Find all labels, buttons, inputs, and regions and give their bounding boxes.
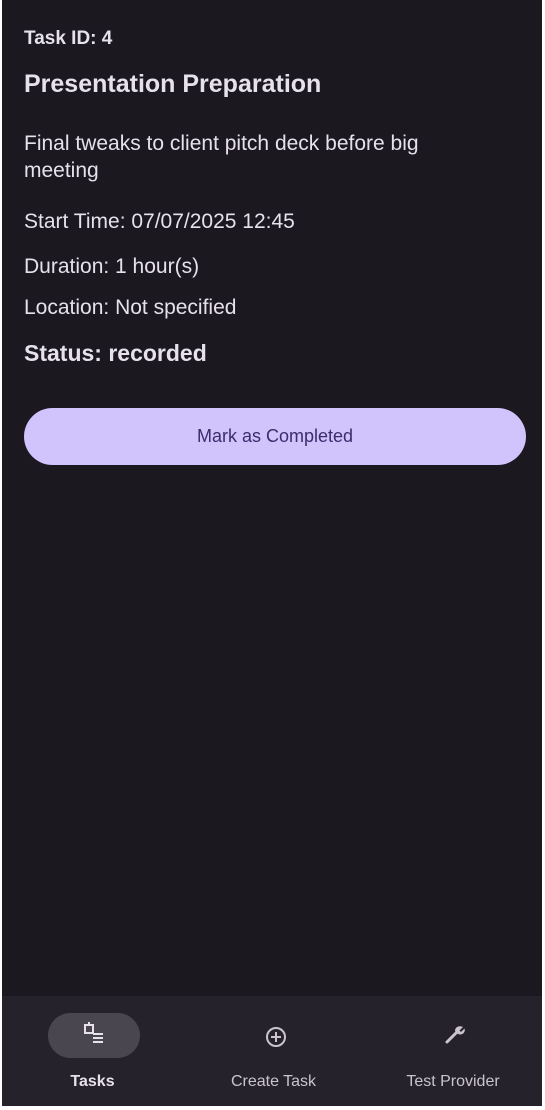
nav-label-test-provider: Test Provider [406, 1073, 500, 1090]
tasks-icon [84, 1022, 103, 1043]
task-detail-screen: Task ID: 4 Presentation Preparation Fina… [2, 0, 542, 1106]
task-id: Task ID: 4 [24, 28, 113, 49]
nav-label-create-task: Create Task [230, 1073, 317, 1090]
wrench-icon [445, 1026, 465, 1044]
task-status: Status: recorded [24, 340, 207, 366]
nav-item-tasks[interactable]: Tasks [2, 996, 183, 1106]
add-circle-icon [266, 1027, 286, 1047]
nav-item-test-provider[interactable]: Test Provider [364, 996, 542, 1106]
nav-item-create-task[interactable]: Create Task [183, 996, 364, 1106]
task-duration: Duration: 1 hour(s) [24, 255, 200, 278]
task-title: Presentation Preparation [24, 70, 322, 98]
task-location: Location: Not specified [24, 296, 237, 319]
nav-label-tasks: Tasks [70, 1073, 115, 1090]
bottom-navigation: Tasks Create Task Test Provider [2, 996, 542, 1106]
task-start-time: Start Time: 07/07/2025 12:45 [24, 210, 295, 233]
mark-as-completed-button[interactable]: Mark as Completed [24, 408, 526, 465]
task-description: Final tweaks to client pitch deck before… [24, 132, 419, 182]
